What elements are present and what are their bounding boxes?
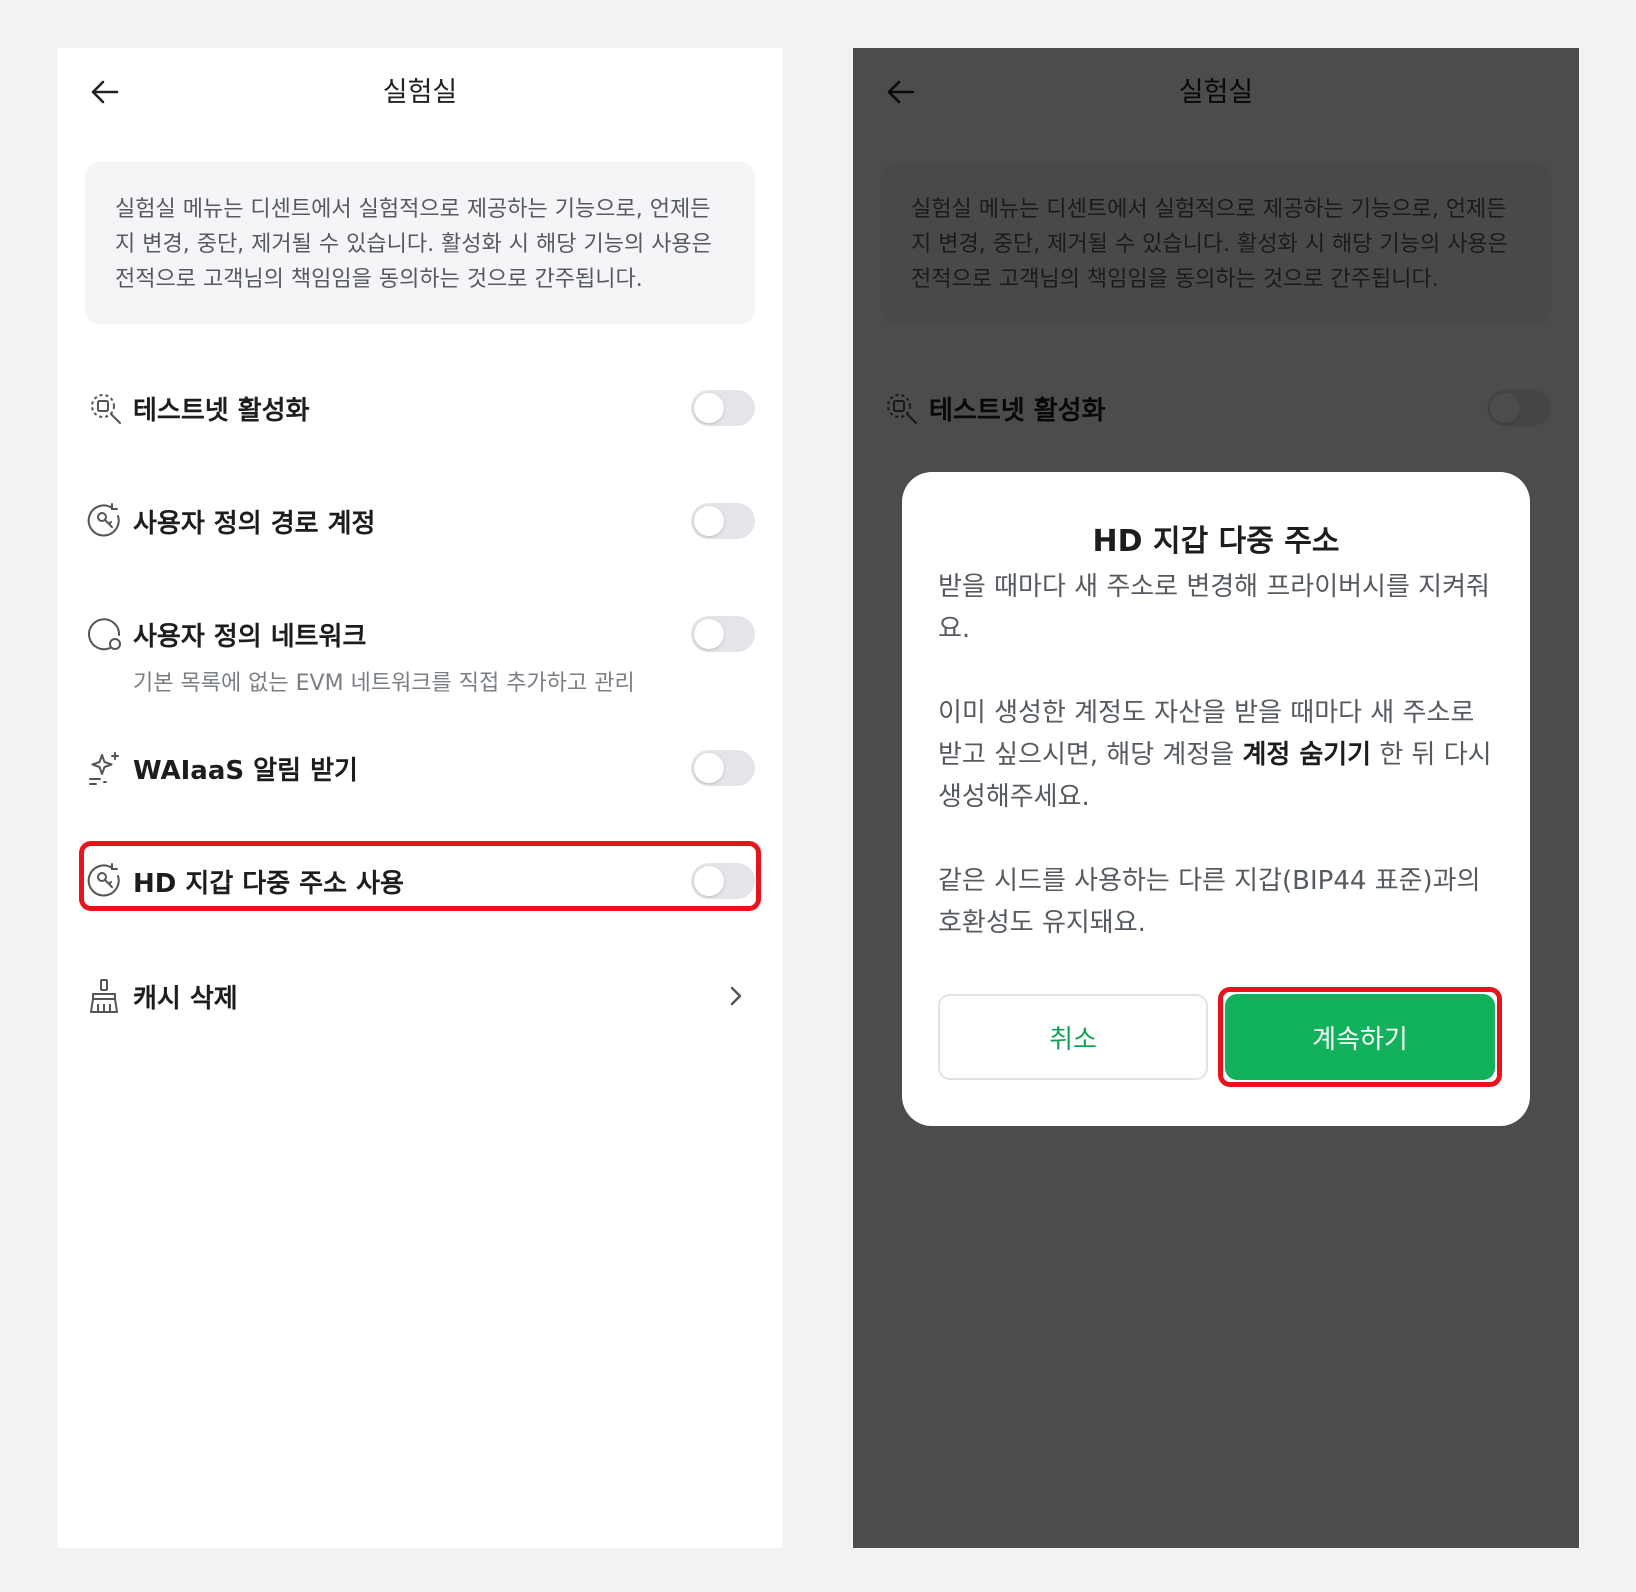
cache-clear-row[interactable]: 캐시 삭제 [85,976,755,1016]
page-title: 실험실 [382,77,458,108]
hd-wallet-toggle[interactable] [691,863,755,899]
cache-label: 캐시 삭제 [133,983,238,1014]
waiaas-toggle[interactable] [691,750,755,786]
hd-wallet-modal: HD 지갑 다중 주소 받을 때마다 새 주소로 변경해 프라이버시를 지켜줘요… [902,472,1530,1126]
setting-subtitle: 기본 목록에 없는 EVM 네트워크를 직접 추가하고 관리 [133,671,635,696]
toggle-knob [694,506,724,536]
toggle-knob [694,753,724,783]
setting-label: WAIaaS 알림 받기 [133,755,358,786]
lab-settings-screen-with-modal: 실험실 실험실 메뉴는 디센트에서 실험적으로 제공하는 기능으로, 언제든지 … [853,48,1579,1548]
setting-row-custom-network: 사용자 정의 네트워크 [85,614,755,654]
custom-network-icon [85,614,125,654]
modal-body: 받을 때마다 새 주소로 변경해 프라이버시를 지켜줘요. 이미 생성한 계정도… [938,566,1494,986]
setting-label: 사용자 정의 네트워크 [133,621,367,652]
toggle-knob [694,393,724,423]
setting-row-testnet: 테스트넷 활성화 [85,388,755,428]
lab-settings-screen: 실험실 실험실 메뉴는 디센트에서 실험적으로 제공하는 기능으로, 언제든지 … [57,48,783,1548]
modal-title: HD 지갑 다중 주소 [1092,524,1340,559]
hd-wallet-icon [85,861,125,901]
modal-paragraph-2: 이미 생성한 계정도 자산을 받을 때마다 새 주소로 받고 싶으시면, 해당 … [938,692,1494,818]
continue-button[interactable]: 계속하기 [1225,994,1495,1080]
sparkle-icon [85,748,125,788]
setting-label: 테스트넷 활성화 [133,395,310,426]
toggle-knob [694,619,724,649]
chevron-right-icon [725,985,747,1007]
broom-icon [85,976,125,1016]
setting-label: HD 지갑 다중 주소 사용 [133,868,404,899]
custom-path-icon [85,501,125,541]
cancel-button[interactable]: 취소 [938,994,1208,1080]
custom-network-toggle[interactable] [691,616,755,652]
header: 실험실 [57,48,783,134]
testnet-toggle[interactable] [691,390,755,426]
toggle-knob [694,866,724,896]
setting-row-custom-path: 사용자 정의 경로 계정 [85,501,755,541]
notice-box: 실험실 메뉴는 디센트에서 실험적으로 제공하는 기능으로, 언제든지 변경, … [85,162,755,324]
setting-row-hd-wallet: HD 지갑 다중 주소 사용 [85,861,755,901]
setting-row-waiaas: WAIaaS 알림 받기 [85,748,755,788]
setting-label: 사용자 정의 경로 계정 [133,508,376,539]
testnet-search-icon [85,388,125,428]
modal-paragraph-1: 받을 때마다 새 주소로 변경해 프라이버시를 지켜줘요. [938,572,1490,644]
hide-account-emphasis: 계정 숨기기 [1242,740,1372,770]
custom-path-toggle[interactable] [691,503,755,539]
modal-paragraph-3: 같은 시드를 사용하는 다른 지갑(BIP44 표준)과의 호환성도 유지돼요. [938,866,1481,938]
